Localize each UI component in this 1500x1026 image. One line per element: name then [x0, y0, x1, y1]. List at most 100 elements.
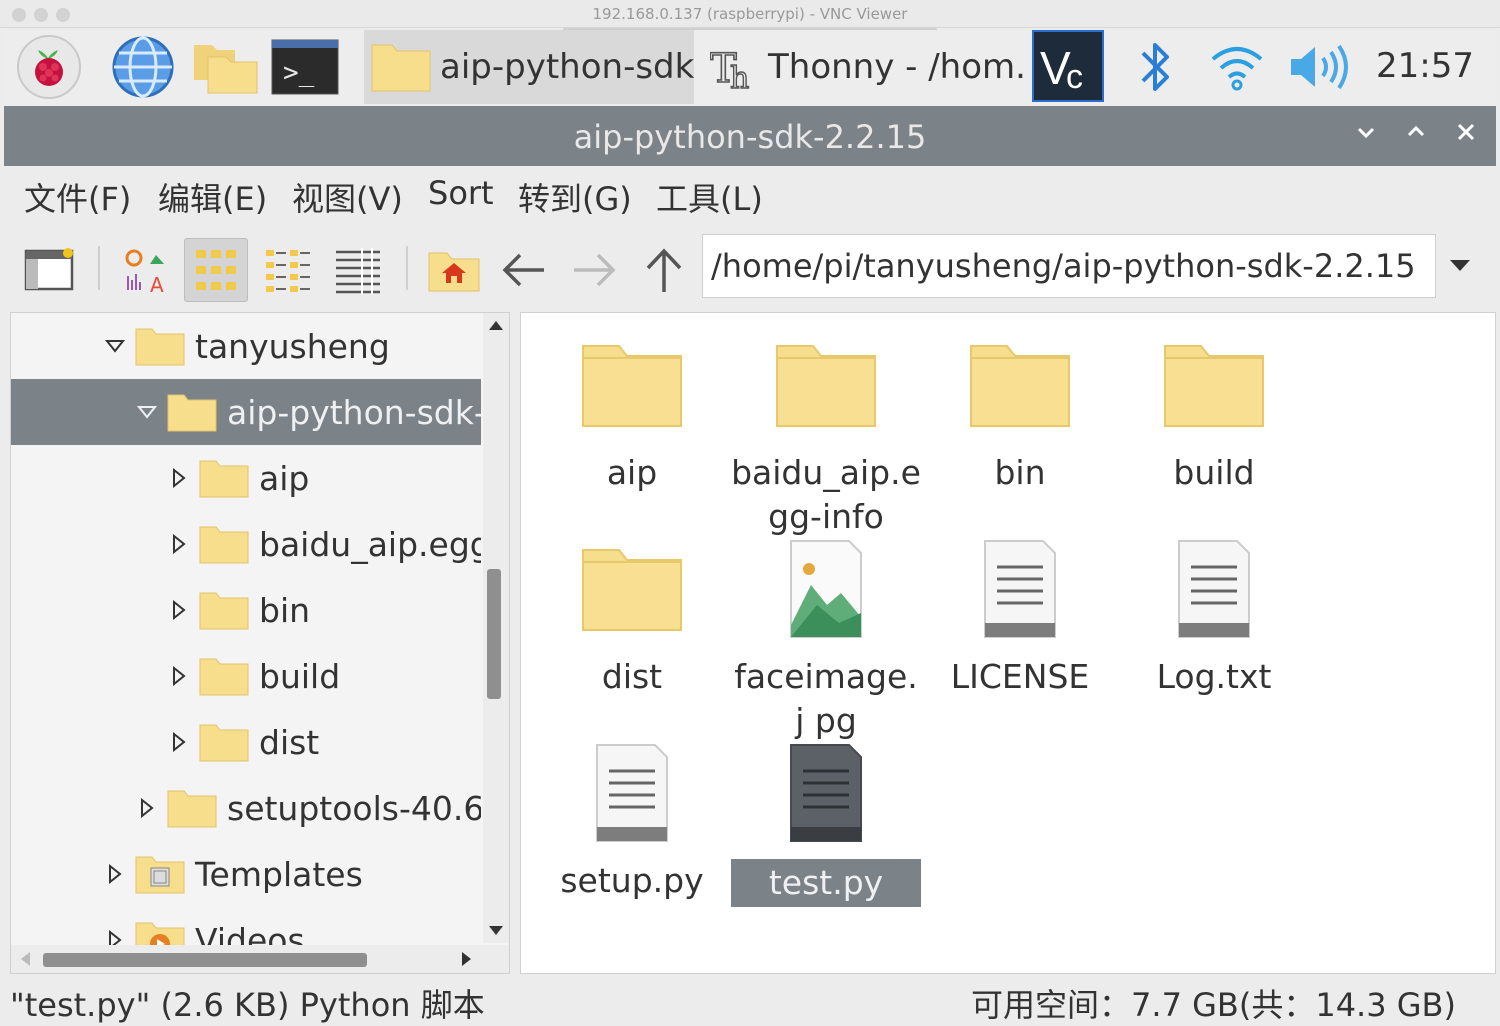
collapsed-triangle-icon[interactable] [167, 730, 191, 754]
menu-edit[interactable]: 编辑(E) [158, 174, 267, 220]
free-space-status: 可用空间：7.7 GB(共：14.3 GB) [971, 986, 1456, 1024]
toolbar-separator [98, 246, 100, 290]
scroll-down-arrow-icon [489, 926, 503, 935]
folder-icon [1159, 333, 1269, 437]
tree-item-label: dist [259, 722, 320, 762]
folder-icon [135, 326, 185, 366]
file-item[interactable]: aip [537, 333, 727, 495]
menu-sort[interactable]: Sort [428, 174, 494, 212]
file-item[interactable]: faceimage.j pg [731, 537, 921, 743]
folder-icon [199, 722, 249, 762]
menu-file[interactable]: 文件(F) [24, 174, 131, 220]
list-view-icon[interactable] [326, 238, 390, 302]
file-item-label: setup.py [560, 861, 704, 900]
directory-tree: tanyusheng aip-python-sdk-2 aip baidu_aip.e… [10, 312, 510, 974]
folder-icon [199, 524, 249, 564]
file-icon-view[interactable]: aip baidu_aip.e gg-info bin build dist faceim… [520, 312, 1496, 974]
bluetooth-icon[interactable] [1122, 36, 1192, 98]
file-item-label: dist [601, 657, 663, 696]
volume-icon[interactable] [1282, 36, 1356, 98]
tree-vertical-scroll-thumb[interactable] [487, 569, 501, 699]
tree-item[interactable]: dist [11, 709, 481, 775]
collapsed-triangle-icon[interactable] [135, 796, 159, 820]
file-item[interactable]: LICENSE [925, 537, 1115, 699]
clock[interactable]: 21:57 [1376, 46, 1474, 86]
path-input[interactable] [702, 234, 1436, 298]
tree-item[interactable]: Templates [11, 841, 481, 907]
new-window-icon[interactable] [18, 238, 82, 302]
collapsed-triangle-icon[interactable] [167, 598, 191, 622]
chevron-down-icon [1357, 127, 1375, 139]
file-item-label: LICENSE [950, 657, 1090, 696]
menu-view[interactable]: 视图(V) [292, 174, 403, 220]
file-item[interactable]: build [1119, 333, 1309, 495]
up-arrow-icon[interactable] [632, 238, 696, 302]
window-titlebar[interactable]: aip-python-sdk-2.2.15 [4, 106, 1496, 166]
collapsed-triangle-icon[interactable] [167, 532, 191, 556]
wifi-icon[interactable] [1202, 36, 1272, 98]
file-item-label: test.py [731, 859, 921, 907]
collapsed-triangle-icon[interactable] [167, 466, 191, 490]
folder-icon [577, 537, 687, 641]
collapsed-triangle-icon[interactable] [167, 664, 191, 688]
text-file-icon [965, 537, 1075, 641]
path-history-dropdown[interactable] [1444, 250, 1476, 282]
tree-item-label: baidu_aip.egg-i [259, 524, 481, 564]
menu-tools[interactable]: 工具(L) [656, 174, 763, 220]
taskbar-item-thonny[interactable]: T h Thonny - /hom... [704, 30, 1029, 104]
raspberry-menu-icon[interactable] [14, 35, 84, 99]
tree-item[interactable]: aip-python-sdk-2 [11, 379, 481, 445]
tree-item-label: tanyusheng [195, 326, 390, 366]
tree-item-label: bin [259, 590, 311, 630]
file-item-label: baidu_aip.e gg-info [731, 453, 921, 536]
scroll-right-arrow-icon [462, 952, 471, 966]
tree-item-label: setuptools-40.6.3 [227, 788, 481, 828]
text-file-icon [1159, 537, 1269, 641]
thumbnail-view-icon[interactable]: A [114, 238, 178, 302]
tree-item[interactable]: aip [11, 445, 481, 511]
file-item-label: bin [994, 453, 1046, 492]
minimize-button[interactable] [1350, 120, 1382, 152]
tree-item[interactable]: baidu_aip.egg-i [11, 511, 481, 577]
file-item[interactable]: dist [537, 537, 727, 699]
tree-horizontal-scroll-thumb[interactable] [43, 953, 367, 967]
tree-item[interactable]: setuptools-40.6.3 [11, 775, 481, 841]
taskbar-item-file-manager[interactable]: aip-python-sdk-... [364, 30, 694, 104]
file-item[interactable]: bin [925, 333, 1115, 495]
file-manager-icon[interactable] [190, 36, 260, 98]
tree-item[interactable]: build [11, 643, 481, 709]
folder-icon [167, 392, 217, 432]
compact-view-icon[interactable] [256, 238, 320, 302]
tree-item-label: Templates [195, 854, 363, 894]
menu-go[interactable]: 转到(G) [518, 174, 632, 220]
close-button[interactable] [1450, 120, 1482, 152]
web-browser-icon[interactable] [108, 36, 178, 98]
forward-arrow-icon[interactable] [562, 238, 626, 302]
icon-view-icon[interactable] [184, 238, 248, 302]
scroll-up-arrow-icon [489, 321, 503, 330]
folder-icon [199, 590, 249, 630]
home-icon[interactable] [422, 238, 486, 302]
file-item[interactable]: Log.txt [1119, 537, 1309, 699]
folder-icon [577, 333, 687, 437]
vnc-window-title: 192.168.0.137 (raspberrypi) - VNC Viewer [592, 5, 908, 23]
vnc-window-titlebar: 192.168.0.137 (raspberrypi) - VNC Viewer [0, 0, 1500, 28]
tree-item-label: aip [259, 458, 310, 498]
taskbar-item-label: Thonny - /hom... [768, 47, 1029, 87]
expanded-triangle-icon[interactable] [103, 334, 127, 358]
folder-icon [167, 788, 217, 828]
expanded-triangle-icon[interactable] [135, 400, 159, 424]
svg-text:h: h [730, 61, 749, 90]
terminal-icon[interactable]: >_ [270, 36, 340, 98]
file-item[interactable]: test.py [731, 741, 921, 907]
tree-item[interactable]: tanyusheng [11, 313, 481, 379]
toolbar: A [4, 228, 1496, 308]
file-item-label: aip [606, 453, 658, 492]
file-item[interactable]: setup.py [537, 741, 727, 903]
maximize-button[interactable] [1400, 120, 1432, 152]
vnc-icon[interactable]: V c [1032, 30, 1104, 102]
collapsed-triangle-icon[interactable] [103, 862, 127, 886]
file-item[interactable]: baidu_aip.e gg-info [731, 333, 921, 539]
back-arrow-icon[interactable] [492, 238, 556, 302]
tree-item[interactable]: bin [11, 577, 481, 643]
